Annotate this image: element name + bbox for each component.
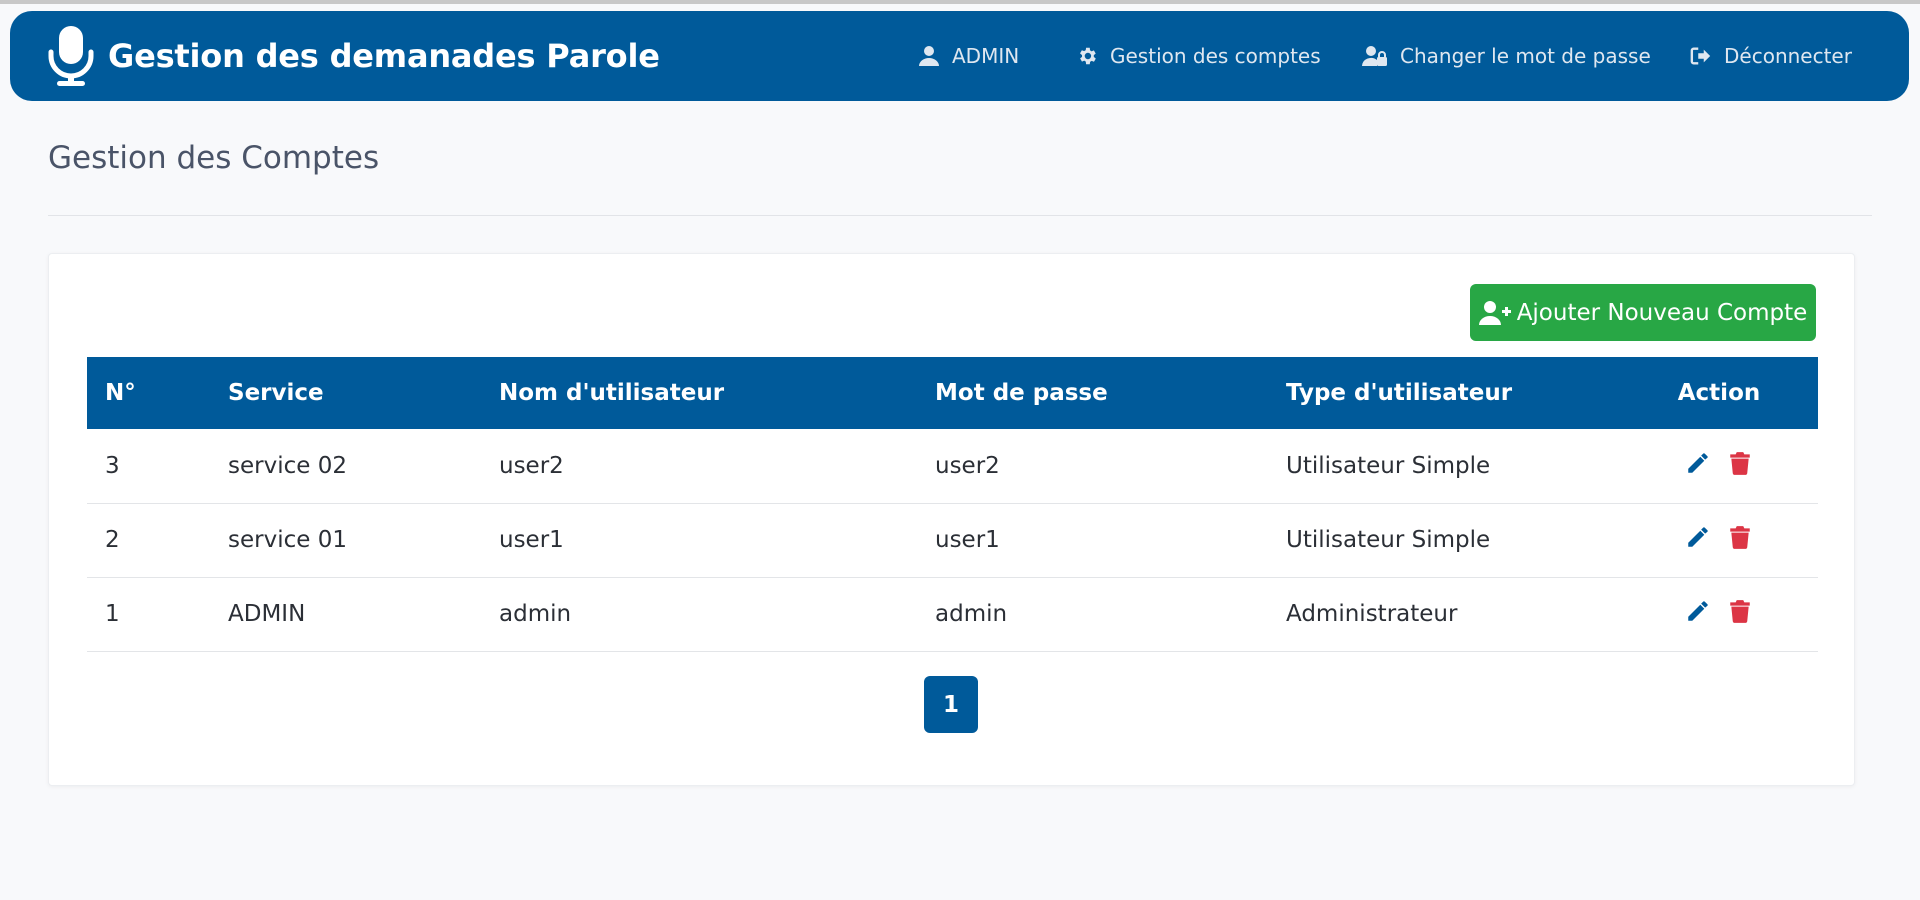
- nav-item-label: Déconnecter: [1724, 44, 1852, 68]
- table-row: 3 service 02 user2 user2 Utilisateur Sim…: [87, 429, 1818, 504]
- nav-item-admin[interactable]: ADMIN: [918, 11, 1019, 101]
- cell-action: [1620, 503, 1818, 578]
- gear-icon: [1080, 47, 1096, 65]
- delete-trash-icon[interactable]: [1727, 598, 1753, 624]
- browser-top-line: [0, 0, 1920, 4]
- cell-username: user1: [481, 503, 917, 578]
- nav-item-gestion-comptes[interactable]: Gestion des comptes: [1076, 11, 1321, 101]
- nav-item-changer-mot-de-passe[interactable]: Changer le mot de passe: [1362, 11, 1651, 101]
- add-account-label: Ajouter Nouveau Compte: [1516, 299, 1808, 326]
- cell-user-type: Administrateur: [1268, 577, 1620, 652]
- delete-trash-icon[interactable]: [1727, 524, 1753, 550]
- pagination-page-1[interactable]: 1: [924, 676, 978, 733]
- cell-user-type: Utilisateur Simple: [1268, 503, 1620, 578]
- nav-item-label: Gestion des comptes: [1110, 44, 1321, 68]
- cell-service: service 02: [210, 429, 481, 504]
- table-header-row: N° Service Nom d'utilisateur Mot de pass…: [87, 357, 1818, 429]
- nav-links: ADMIN Gestion des comptes Changer le mot…: [10, 11, 1909, 101]
- column-header-num: N°: [105, 380, 136, 406]
- cell-password: user2: [917, 429, 1268, 504]
- edit-pencil-icon[interactable]: [1685, 524, 1711, 550]
- cell-action: [1620, 429, 1818, 504]
- delete-trash-icon[interactable]: [1727, 450, 1753, 476]
- cell-service: ADMIN: [210, 577, 481, 652]
- nav-item-label: ADMIN: [952, 44, 1020, 68]
- cell-password: admin: [917, 577, 1268, 652]
- cell-action: [1620, 577, 1818, 652]
- table-row: 1 ADMIN admin admin Administrateur: [87, 577, 1818, 652]
- edit-pencil-icon[interactable]: [1685, 598, 1711, 624]
- column-header-service: Service: [228, 380, 324, 406]
- cell-num: 1: [87, 577, 210, 652]
- column-header-user-type: Type d'utilisateur: [1286, 380, 1513, 406]
- nav-item-label: Changer le mot de passe: [1400, 44, 1651, 68]
- accounts-card: Ajouter Nouveau Compte N° Service Nom d'…: [48, 253, 1855, 786]
- cell-num: 3: [87, 429, 210, 504]
- accounts-table: N° Service Nom d'utilisateur Mot de pass…: [87, 357, 1818, 652]
- cell-service: service 01: [210, 503, 481, 578]
- add-account-button[interactable]: Ajouter Nouveau Compte: [1470, 284, 1816, 341]
- page-title: Gestion des Comptes: [48, 140, 380, 176]
- table-row: 2 service 01 user1 user1 Utilisateur Sim…: [87, 503, 1818, 578]
- nav-item-deconnecter[interactable]: Déconnecter: [1690, 11, 1852, 101]
- column-header-username: Nom d'utilisateur: [499, 380, 725, 406]
- cell-password: user1: [917, 503, 1268, 578]
- cell-user-type: Utilisateur Simple: [1268, 429, 1620, 504]
- column-header-password: Mot de passe: [935, 380, 1108, 406]
- cell-username: user2: [481, 429, 917, 504]
- navbar: Gestion des demanades Parole ADMIN Gesti…: [10, 11, 1909, 101]
- column-header-action: Action: [1677, 380, 1761, 406]
- divider: [48, 215, 1872, 216]
- user-icon: [919, 46, 939, 66]
- cell-username: admin: [481, 577, 917, 652]
- cell-num: 2: [87, 503, 210, 578]
- user-plus-icon: [1478, 300, 1511, 325]
- edit-pencil-icon[interactable]: [1685, 450, 1711, 476]
- user-lock-icon: [1362, 46, 1387, 66]
- sign-out-icon: [1690, 47, 1711, 65]
